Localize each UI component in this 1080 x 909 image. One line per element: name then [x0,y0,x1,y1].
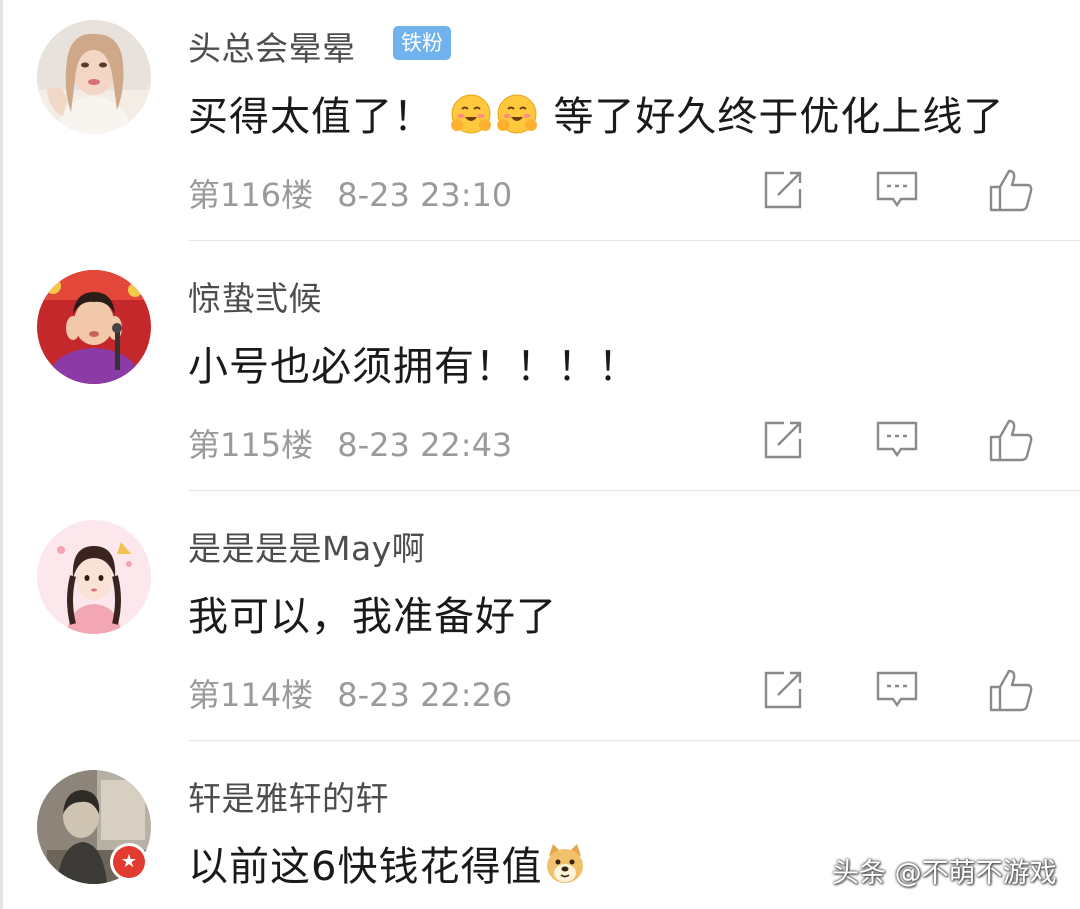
comment-meta: 第114楼 8-23 22:26 [188,670,512,716]
watermark: 头条 @不萌不游戏 [832,858,1057,889]
reply-comment-icon[interactable] [874,667,920,713]
comment-text: 以前这6快钱花得值 [188,834,588,892]
thumbs-up-icon[interactable] [988,167,1034,213]
floor-number: 第116楼 [188,176,314,214]
verified-badge-icon: ★ [110,843,148,881]
left-edge-border [0,0,3,909]
share-edit-icon[interactable] [760,167,806,213]
timestamp: 8-23 22:43 [337,426,513,464]
comment-text-part: 买得太值了！ [188,94,434,140]
avatar[interactable] [37,520,151,634]
timestamp: 8-23 23:10 [337,176,513,214]
avatar[interactable] [37,20,151,134]
floor-number: 第114楼 [188,676,314,714]
comment-meta: 第116楼 8-23 23:10 [188,170,512,216]
divider [188,490,1080,491]
doge-emoji [547,844,584,883]
username[interactable]: 头总会晕晕 [188,22,356,70]
comment-text-part: 等了好久终于优化上线了 [553,94,1005,140]
thumbs-up-icon[interactable] [988,667,1034,713]
comment-text-part: 以前这6快钱花得值 [188,844,543,890]
hugging-face-emoji [496,94,537,134]
username[interactable]: 轩是雅轩的轩 [188,772,389,820]
hugging-face-emoji [450,94,491,134]
username[interactable]: 是是是是May啊 [188,522,425,570]
timestamp: 8-23 22:26 [337,676,513,714]
floor-number: 第115楼 [188,426,314,464]
username[interactable]: 惊蛰弎候 [188,272,322,320]
divider [188,240,1080,241]
thumbs-up-icon[interactable] [988,417,1034,463]
share-edit-icon[interactable] [760,667,806,713]
comment-meta: 第115楼 8-23 22:43 [188,420,512,466]
divider [188,740,1080,741]
comment-text: 我可以，我准备好了 [188,594,557,640]
comment-text: 小号也必须拥有！！！！ [188,344,639,390]
avatar[interactable] [37,270,151,384]
reply-comment-icon[interactable] [874,417,920,463]
share-edit-icon[interactable] [760,417,806,463]
comment-text: 买得太值了！ 等了好久终于优化上线了 [188,84,1004,142]
star-icon: ★ [113,846,145,878]
reply-comment-icon[interactable] [874,167,920,213]
fan-badge: 铁粉 [393,26,451,60]
